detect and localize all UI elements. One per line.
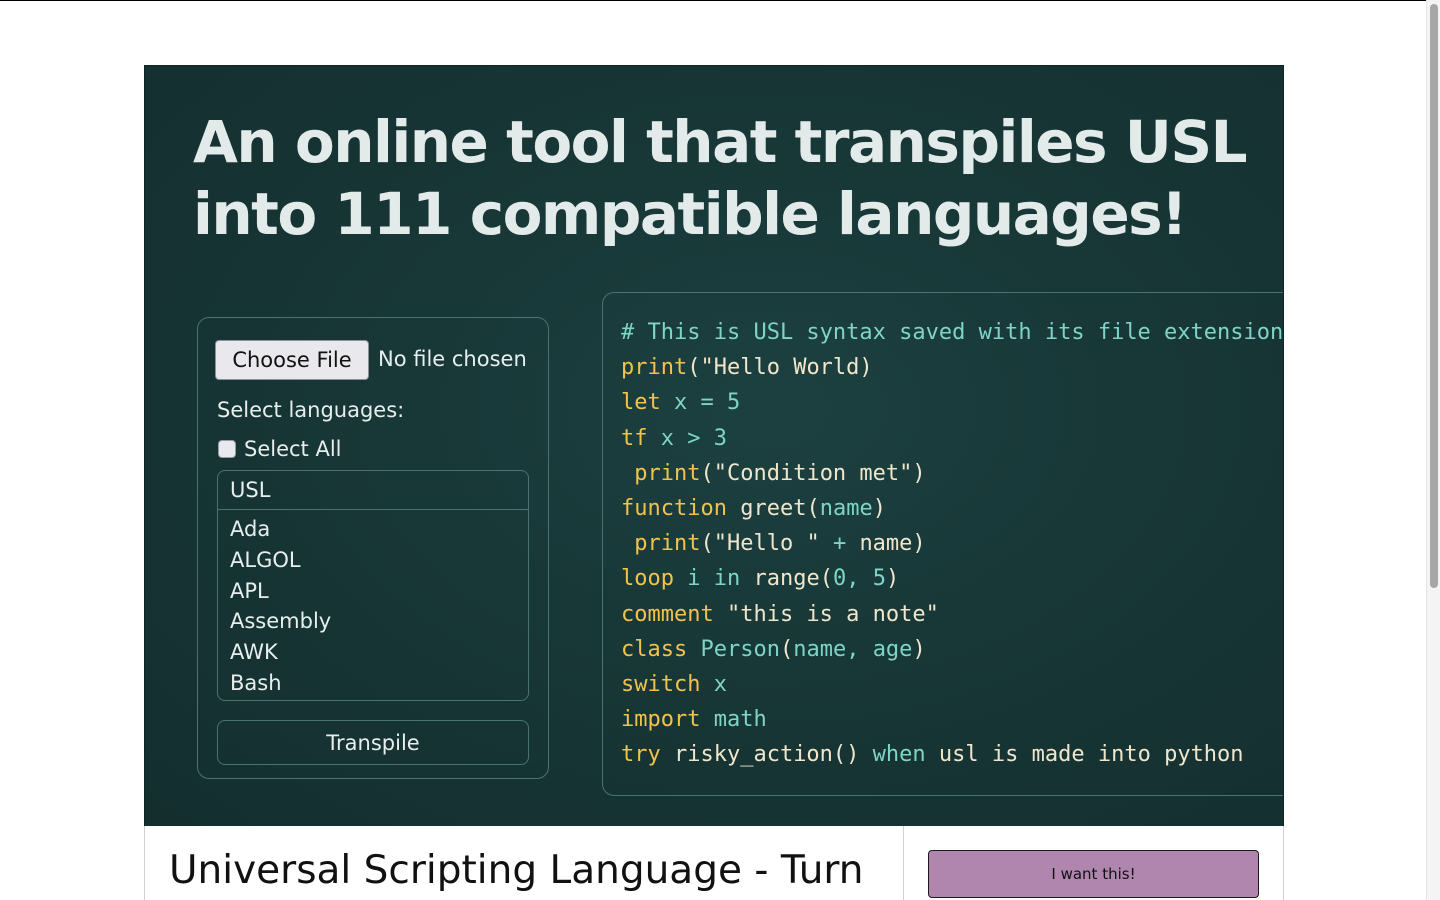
language-option[interactable]: Bash	[218, 668, 528, 699]
code-token: x > 3	[660, 425, 727, 451]
code-token: tf	[621, 425, 661, 451]
code-token: )	[872, 495, 886, 521]
code-token: Person	[700, 636, 780, 662]
select-all-label: Select All	[244, 437, 342, 461]
code-token: name	[819, 495, 873, 521]
top-rule	[0, 0, 1440, 1]
code-token: name, age	[793, 636, 913, 662]
code-token: math	[713, 707, 767, 733]
code-token: import	[621, 707, 714, 733]
language-list[interactable]: USL Ada ALGOL APL Assembly AWK Bash	[217, 470, 529, 701]
product-title: Universal Scripting Language - Turn	[169, 848, 864, 893]
code-line: tf x > 3	[621, 421, 1283, 456]
scrollbar-thumb[interactable]	[1430, 4, 1438, 588]
code-token: comment	[621, 601, 727, 627]
code-token: print	[621, 460, 701, 486]
code-line: let x = 5	[621, 385, 1283, 420]
select-all-checkbox[interactable]	[218, 440, 236, 458]
code-token: loop	[621, 566, 688, 592]
code-token: ("Condition met")	[700, 460, 926, 486]
code-token: )	[885, 566, 900, 592]
code-line: print("Condition met")	[621, 456, 1283, 491]
code-token: try	[621, 742, 674, 768]
code-line: import math	[621, 702, 1283, 737]
code-token: class	[621, 636, 701, 662]
language-option[interactable]: ALGOL	[218, 545, 528, 576]
code-token: print	[621, 531, 701, 557]
product-page: An online tool that transpiles USL into …	[144, 65, 1284, 900]
code-token: i in	[687, 566, 754, 592]
hero-cover: An online tool that transpiles USL into …	[144, 65, 1284, 826]
code-token: range(	[753, 566, 833, 592]
code-token: risky_action()	[673, 742, 873, 768]
code-token: print	[621, 355, 688, 381]
language-option[interactable]: Ada	[218, 514, 528, 545]
code-line: class Person(name, age)	[621, 632, 1283, 667]
code-line: print("Hello " + name)	[621, 526, 1283, 561]
product-info: Universal Scripting Language - Turn	[144, 826, 904, 900]
code-token: +	[832, 531, 860, 557]
transpile-panel: Choose File No file chosen Select langua…	[197, 317, 549, 779]
code-token: function	[621, 495, 741, 521]
code-token: let	[621, 390, 674, 416]
code-token: ("Hello "	[700, 531, 833, 557]
select-languages-label: Select languages:	[217, 398, 405, 422]
select-all-control[interactable]: Select All	[218, 437, 342, 461]
code-line: switch x	[621, 667, 1283, 702]
language-options: Ada ALGOL APL Assembly AWK Bash	[218, 510, 528, 699]
i-want-this-button[interactable]: I want this!	[928, 850, 1259, 898]
code-line: loop i in range(0, 5)	[621, 561, 1283, 596]
choose-file-button[interactable]: Choose File	[215, 340, 369, 380]
code-token: (	[779, 636, 794, 662]
code-token: greet(	[740, 495, 820, 521]
usl-code-sample: # This is USL syntax saved with its file…	[621, 315, 1284, 772]
code-token: )	[912, 636, 926, 662]
file-status: No file chosen	[378, 347, 527, 371]
language-option[interactable]: AWK	[218, 637, 528, 668]
code-token: ("Hello World)	[687, 355, 873, 381]
code-token: x	[713, 671, 727, 697]
language-option[interactable]: APL	[218, 576, 528, 607]
page-scrollbar[interactable]	[1426, 0, 1440, 900]
language-list-header[interactable]: USL	[218, 471, 528, 510]
code-line: comment "this is a note"	[621, 597, 1283, 632]
code-line: try risky_action() when usl is made into…	[621, 737, 1283, 772]
purchase-box: I want this!	[904, 826, 1284, 900]
code-line: function greet(name)	[621, 491, 1283, 526]
code-token: switch	[621, 671, 714, 697]
code-token: "this is a note"	[726, 601, 939, 627]
code-sample-panel: # This is USL syntax saved with its file…	[602, 292, 1284, 796]
code-token: usl is made into python	[938, 742, 1244, 768]
code-token: x = 5	[673, 390, 741, 416]
language-option[interactable]: Assembly	[218, 606, 528, 637]
code-token: # This is USL syntax saved with its file…	[621, 320, 1284, 345]
hero-title: An online tool that transpiles USL into …	[193, 108, 1248, 248]
code-token: 0, 5	[832, 566, 886, 592]
code-token: name)	[859, 531, 926, 557]
code-line: # This is USL syntax saved with its file…	[621, 315, 1284, 350]
code-token: when	[872, 742, 939, 768]
code-line: print("Hello World)	[621, 350, 1283, 385]
transpile-button[interactable]: Transpile	[217, 720, 529, 765]
